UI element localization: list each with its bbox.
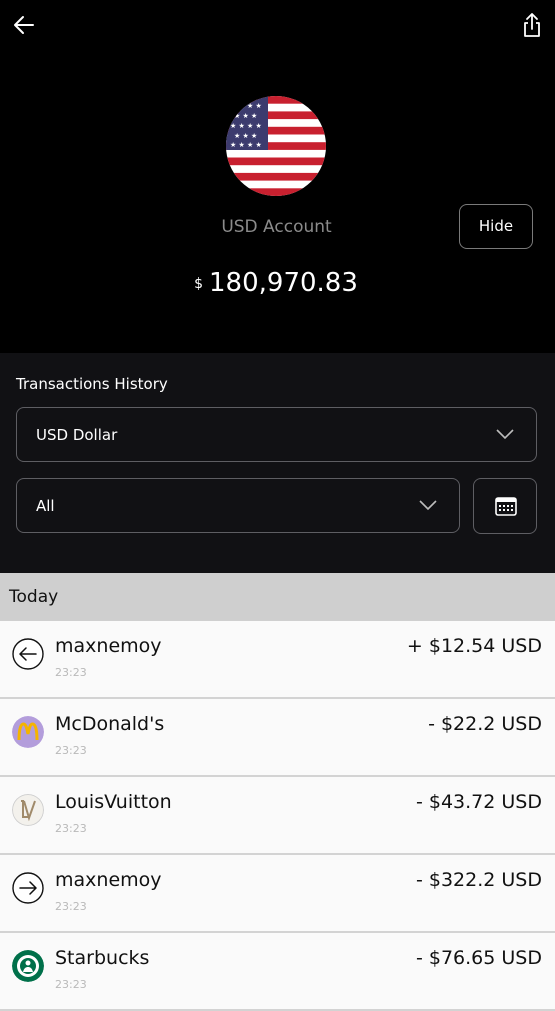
transactions-filters: Transactions History USD Dollar All	[0, 353, 555, 573]
back-button[interactable]	[10, 10, 40, 40]
transaction-name: maxnemoy	[55, 635, 162, 657]
transaction-row[interactable]: maxnemoy 23:23 + $12.54 USD	[0, 621, 555, 699]
transaction-time: 23:23	[55, 900, 87, 913]
share-button[interactable]	[517, 10, 547, 40]
svg-text:★ ★ ★: ★ ★ ★	[234, 112, 257, 120]
currency-symbol: $	[194, 276, 204, 292]
transaction-row[interactable]: McDonald's 23:23 - $22.2 USD	[0, 699, 555, 777]
transaction-name: Starbucks	[55, 947, 150, 969]
type-select-value: All	[36, 497, 55, 515]
transaction-row[interactable]: LouisVuitton 23:23 - $43.72 USD	[0, 777, 555, 855]
louis-vuitton-logo-icon	[12, 794, 44, 826]
chevron-down-icon	[419, 500, 437, 511]
svg-text:★ ★ ★ ★: ★ ★ ★ ★	[230, 102, 262, 110]
arrow-left-icon	[14, 16, 34, 34]
transaction-name: LouisVuitton	[55, 791, 172, 813]
hide-button[interactable]: Hide	[459, 204, 533, 249]
balance: $180,970.83	[0, 268, 552, 298]
transaction-time: 23:23	[55, 978, 87, 991]
svg-text:★ ★ ★: ★ ★ ★	[234, 132, 257, 140]
us-flag-icon: ★ ★ ★ ★ ★ ★ ★ ★ ★ ★ ★ ★ ★ ★ ★ ★ ★ ★	[226, 96, 326, 196]
transaction-row[interactable]: maxnemoy 23:23 - $322.2 USD	[0, 855, 555, 933]
transaction-name: maxnemoy	[55, 869, 162, 891]
mcdonalds-logo-icon	[12, 716, 44, 748]
transaction-amount: - $43.72 USD	[415, 791, 542, 813]
transaction-amount: - $22.2 USD	[428, 713, 542, 735]
starbucks-logo-icon	[12, 950, 44, 982]
date-group-header: Today	[0, 573, 555, 621]
currency-select[interactable]: USD Dollar	[16, 407, 537, 462]
incoming-arrow-icon	[12, 638, 44, 670]
transactions-list: Today maxnemoy 23:23 + $12.54 USD McDona…	[0, 573, 555, 1011]
balance-amount: 180,970.83	[209, 268, 358, 298]
outgoing-arrow-icon	[12, 872, 44, 904]
share-icon	[524, 13, 540, 37]
transaction-amount: + $12.54 USD	[406, 635, 542, 657]
transaction-name: McDonald's	[55, 713, 165, 735]
transaction-time: 23:23	[55, 744, 87, 757]
transaction-time: 23:23	[55, 666, 87, 679]
currency-select-value: USD Dollar	[36, 426, 118, 444]
transactions-history-title: Transactions History	[16, 375, 168, 393]
calendar-icon	[495, 497, 517, 516]
chevron-down-icon	[496, 429, 514, 440]
type-select[interactable]: All	[16, 478, 460, 533]
account-header: ★ ★ ★ ★ ★ ★ ★ ★ ★ ★ ★ ★ ★ ★ ★ ★ ★ ★ USD …	[0, 0, 555, 353]
transaction-time: 23:23	[55, 822, 87, 835]
transaction-amount: - $322.2 USD	[415, 869, 542, 891]
svg-text:★ ★ ★ ★: ★ ★ ★ ★	[230, 122, 262, 130]
svg-text:★ ★ ★ ★: ★ ★ ★ ★	[230, 141, 262, 149]
transaction-amount: - $76.65 USD	[415, 947, 542, 969]
calendar-button[interactable]	[473, 478, 537, 534]
transaction-row[interactable]: Starbucks 23:23 - $76.65 USD	[0, 933, 555, 1011]
